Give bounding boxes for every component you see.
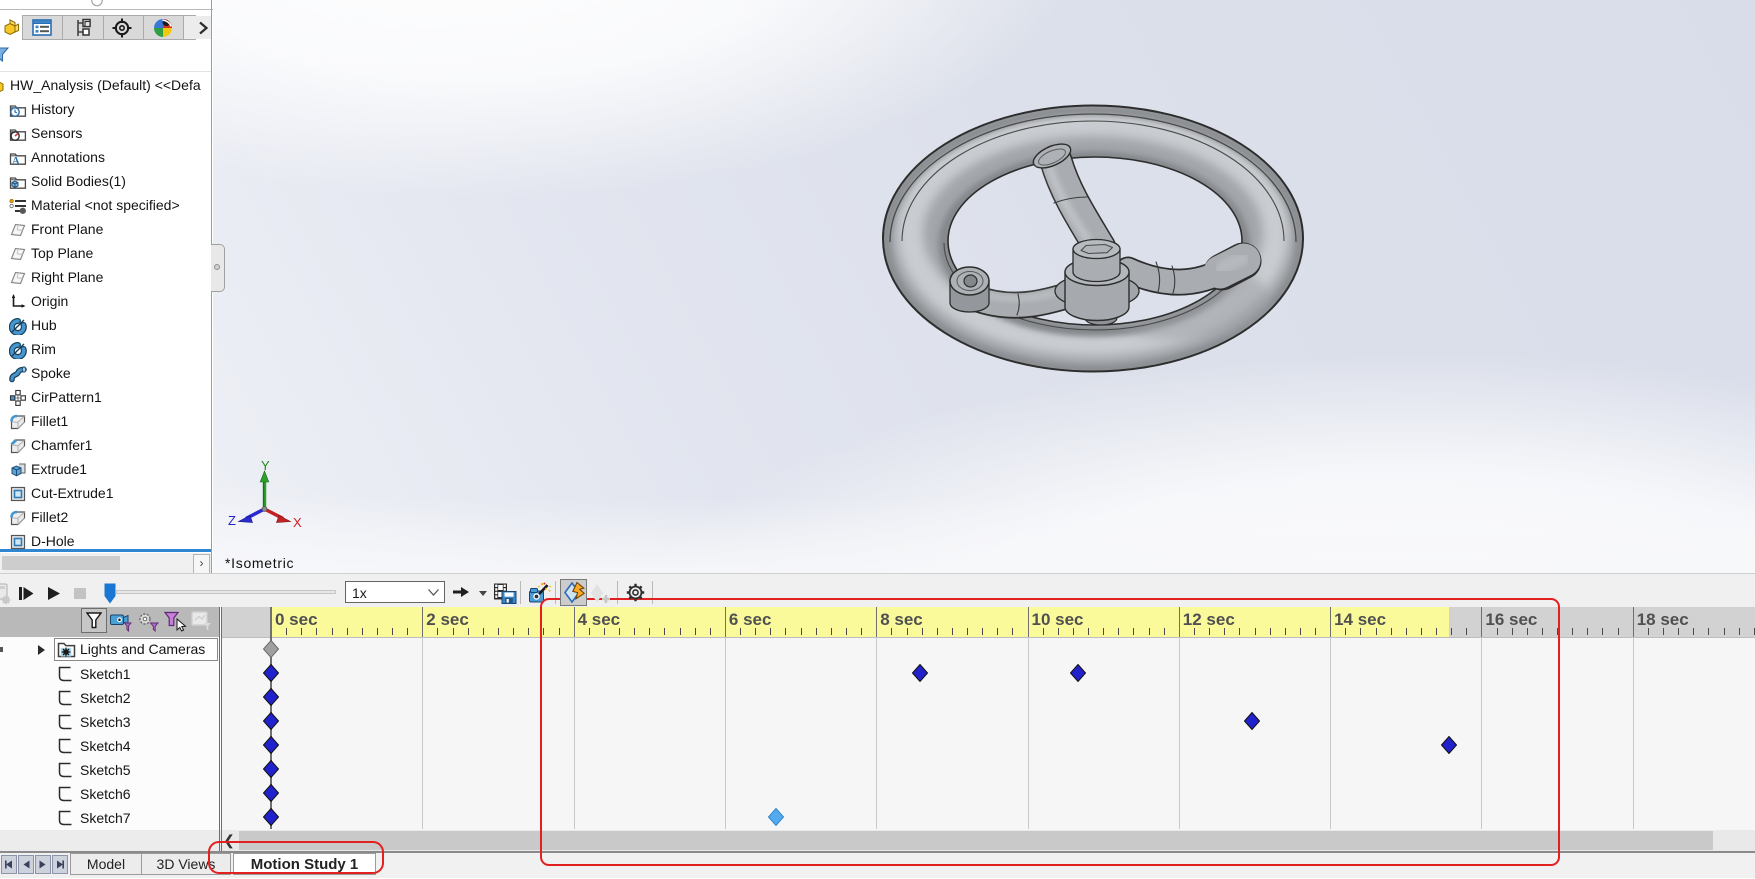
svg-text:Y: Y xyxy=(261,458,270,473)
svg-text:A: A xyxy=(12,156,20,167)
svg-text:Z: Z xyxy=(228,513,236,528)
svg-text:X: X xyxy=(293,515,302,530)
